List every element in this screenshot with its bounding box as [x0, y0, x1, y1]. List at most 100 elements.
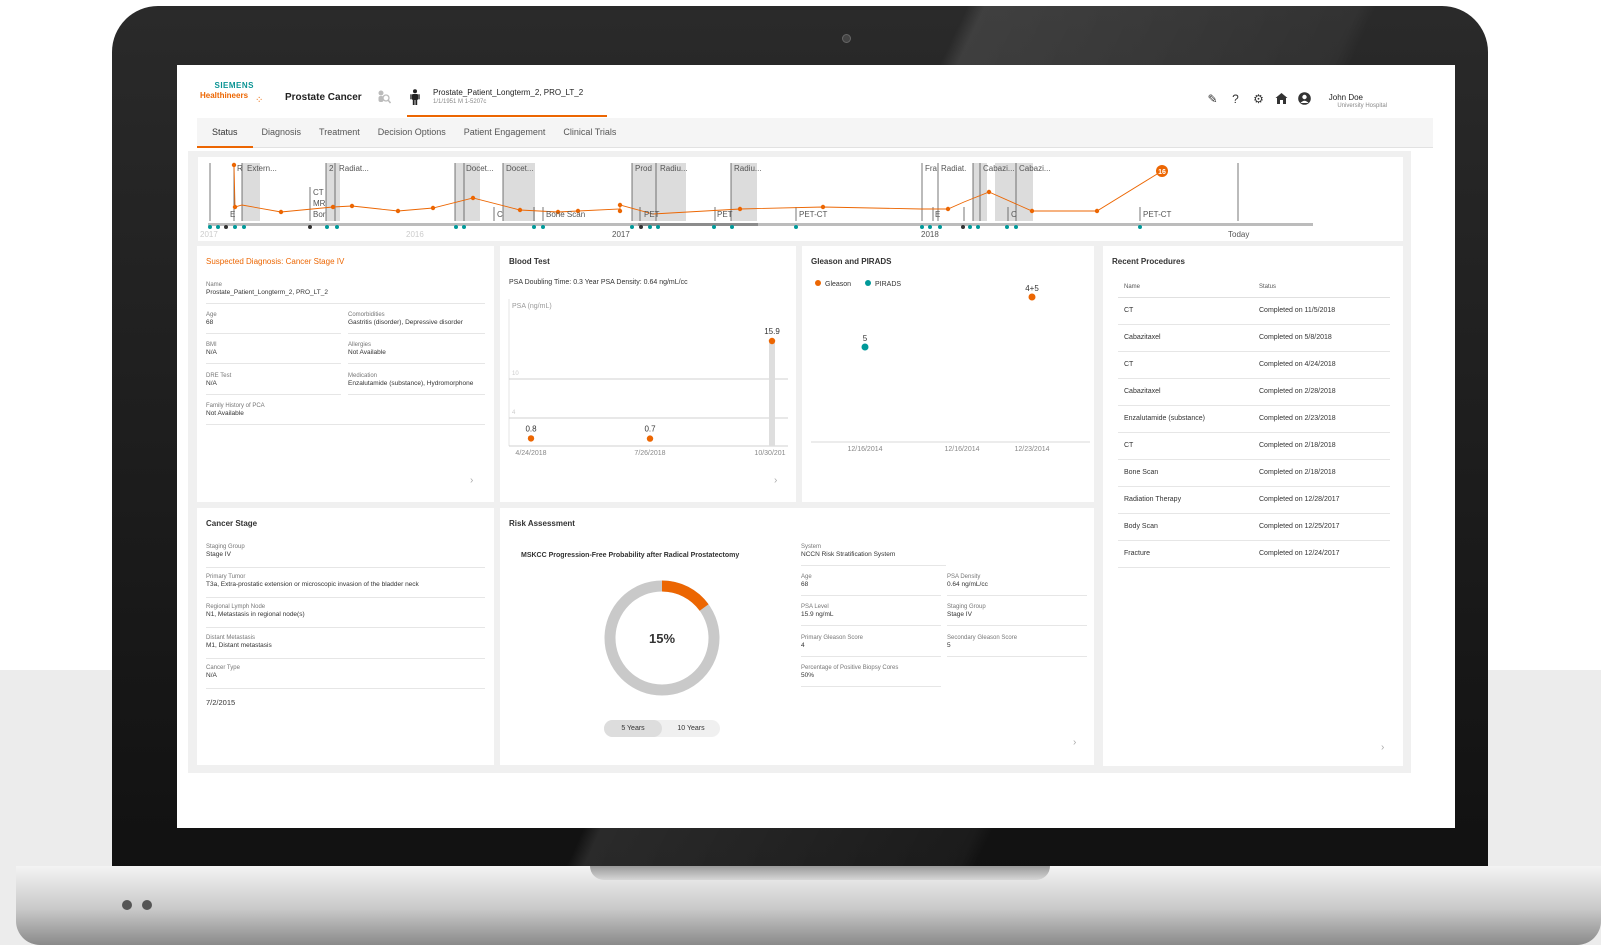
timeline-event-label[interactable]: E	[230, 210, 235, 219]
legend-gleason-label: Gleason	[825, 281, 851, 288]
field-psa-level: PSA Level 15.9 ng/mL	[801, 604, 941, 626]
timeline-year-label: 2017	[612, 230, 630, 239]
psa-x-label: 7/26/2018	[634, 450, 665, 457]
toggle-5-years[interactable]: 5 Years	[604, 720, 662, 737]
app-screen: SIEMENS Healthineers ⁘ Prostate Cancer P…	[177, 65, 1455, 828]
timeline-event-label[interactable]: PET-CT	[799, 210, 828, 219]
diagnosis-card: Suspected Diagnosis: Cancer Stage IV Nam…	[197, 246, 494, 502]
gleason-x-label: 12/16/2014	[944, 446, 979, 453]
webcam	[842, 34, 851, 43]
procedure-row[interactable]: CT Completed on 2/18/2018	[1118, 433, 1390, 460]
timeline-event-label[interactable]: Cabazi...	[983, 164, 1015, 173]
procedure-row[interactable]: Enzalutamide (substance) Completed on 2/2…	[1118, 406, 1390, 433]
tab-diagnosis[interactable]: Diagnosis	[253, 118, 311, 148]
chevron-right-icon[interactable]: ›	[470, 475, 473, 486]
psa-point-label: 15.9	[764, 327, 780, 336]
gleason-point-label: 4+5	[1025, 284, 1039, 293]
timeline-event-label[interactable]: CT	[313, 188, 324, 197]
tab-patient-engagement[interactable]: Patient Engagement	[455, 118, 555, 148]
timeline-event-label[interactable]: Radiu...	[660, 164, 688, 173]
toggle-10-years[interactable]: 10 Years	[662, 720, 720, 737]
procedure-row[interactable]: Body Scan Completed on 12/25/2017	[1118, 514, 1390, 541]
mskcc-model-title: MSKCC Progression-Free Probability after…	[521, 552, 740, 559]
psa-gridline-label: 4	[512, 410, 516, 416]
recent-procedures-title: Recent Procedures	[1112, 257, 1185, 266]
field-comorbidities: Comorbidities Gastritis (disorder), Depr…	[348, 312, 485, 334]
field-staging-group: Staging Group Stage IV	[947, 604, 1087, 626]
procedure-row[interactable]: Radiation Therapy Completed on 12/28/2017	[1118, 487, 1390, 514]
tab-treatment[interactable]: Treatment	[310, 118, 369, 148]
timeline-event-label[interactable]: Radiat...	[339, 164, 369, 173]
siemens-healthineers-logo[interactable]: SIEMENS Healthineers	[200, 81, 262, 101]
procedure-row[interactable]: CT Completed on 4/24/2018	[1118, 352, 1390, 379]
field-staging-group: Staging Group Stage IV	[206, 544, 485, 568]
gleason-x-label: 12/16/2014	[847, 446, 882, 453]
gleason-chart: Gleason PIRADS 5 4+5 12/16/2014 12/16/20…	[811, 280, 1090, 453]
toolbar-icons: ✎ ? ⚙	[1205, 91, 1312, 106]
column-header-status: Status	[1259, 284, 1277, 290]
patient-selector[interactable]: Prostate_Patient_Longterm_2, PRO_LT_2 1/…	[407, 85, 607, 117]
psa-x-label: 10/30/201	[754, 450, 785, 457]
field-medication: Medication Enzalutamide (substance), Hyd…	[348, 373, 485, 395]
pirads-point[interactable]	[861, 343, 869, 351]
psa-point[interactable]	[646, 435, 654, 442]
procedure-row[interactable]: Cabazitaxel Completed on 2/28/2018	[1118, 379, 1390, 406]
patient-timeline[interactable]: R Extern... 2 Radiat... CT MR Bor Docet.…	[198, 157, 1403, 241]
timeline-event-label[interactable]: C	[497, 210, 503, 219]
timeline-event-label[interactable]: C	[1011, 210, 1017, 219]
psa-point[interactable]	[768, 337, 776, 345]
timeline-event-label[interactable]: Docet...	[506, 164, 534, 173]
timeline-event-label[interactable]: Radiu...	[734, 164, 762, 173]
procedure-row[interactable]: Fracture Completed on 12/24/2017	[1118, 541, 1390, 568]
procedure-row[interactable]: CT Completed on 11/5/2018	[1118, 298, 1390, 325]
home-icon[interactable]	[1274, 91, 1289, 106]
timeline-event-label[interactable]: PET-CT	[1143, 210, 1172, 219]
pirads-point-label: 5	[863, 334, 868, 343]
patient-search-icon[interactable]	[375, 89, 391, 105]
field-distant-metastasis: Distant Metastasis M1, Distant metastasi…	[206, 635, 485, 659]
field-primary-tumor: Primary Tumor T3a, Extra-prostatic exten…	[206, 574, 485, 598]
psa-point[interactable]	[527, 435, 535, 442]
tab-decision-options[interactable]: Decision Options	[369, 118, 455, 148]
user-name[interactable]: John Doe	[1329, 93, 1363, 102]
procedure-row[interactable]: Cabazitaxel Completed on 5/8/2018	[1118, 325, 1390, 352]
tab-status[interactable]: Status	[197, 118, 253, 148]
timeline-event-label[interactable]: PET	[717, 210, 733, 219]
years-toggle: 5 Years 10 Years	[604, 720, 720, 737]
timeline-event-label[interactable]: E	[935, 210, 940, 219]
procedure-row[interactable]: Bone Scan Completed on 2/18/2018	[1118, 460, 1390, 487]
timeline-event-label[interactable]: Bor	[313, 210, 326, 219]
timeline-event-label[interactable]: Extern...	[247, 164, 277, 173]
timeline-event-label[interactable]: Cabazi...	[1019, 164, 1051, 173]
chevron-right-icon[interactable]: ›	[1381, 742, 1384, 753]
timeline-event-label[interactable]: MR	[313, 199, 326, 208]
field-family-history: Family History of PCA Not Available	[206, 403, 485, 425]
field-psa-density: PSA Density 0.64 ng/mL/cc	[947, 574, 1087, 596]
tab-clinical-trials[interactable]: Clinical Trials	[554, 118, 625, 148]
psa-point-label: 0.8	[525, 424, 537, 433]
timeline-event-label[interactable]: Bone Scan	[546, 210, 585, 219]
timeline-event-label[interactable]: 2	[329, 164, 334, 173]
help-icon[interactable]: ?	[1228, 91, 1243, 106]
edit-icon[interactable]: ✎	[1205, 91, 1220, 106]
timeline-event-label[interactable]: Prod	[635, 164, 652, 173]
chevron-right-icon[interactable]: ›	[774, 475, 777, 486]
timeline-event-label[interactable]: R	[237, 164, 243, 173]
gleason-point[interactable]	[1028, 293, 1036, 301]
settings-icon[interactable]: ⚙	[1251, 91, 1266, 106]
field-allergies: Allergies Not Available	[348, 342, 485, 364]
legend-gleason-dot	[815, 280, 821, 286]
timeline-event-label[interactable]: Docet...	[466, 164, 494, 173]
laptop-base-notch	[590, 866, 1050, 880]
timeline-year-label-faded: 2017	[200, 230, 218, 239]
field-age: Age 68	[206, 312, 341, 334]
timeline-event-label[interactable]: Fra	[925, 164, 938, 173]
timeline-badge-label: 16	[1158, 169, 1166, 176]
user-icon[interactable]	[1297, 91, 1312, 106]
field-positive-biopsy-cores: Percentage of Positive Biopsy Cores 50%	[801, 665, 941, 687]
chevron-right-icon[interactable]: ›	[1073, 737, 1076, 748]
field-age: Age 68	[801, 574, 941, 596]
timeline-event-label[interactable]: Radiat.	[941, 164, 966, 173]
timeline-event-label[interactable]: PET	[644, 210, 660, 219]
diagnosis-title: Suspected Diagnosis: Cancer Stage IV	[206, 257, 345, 266]
